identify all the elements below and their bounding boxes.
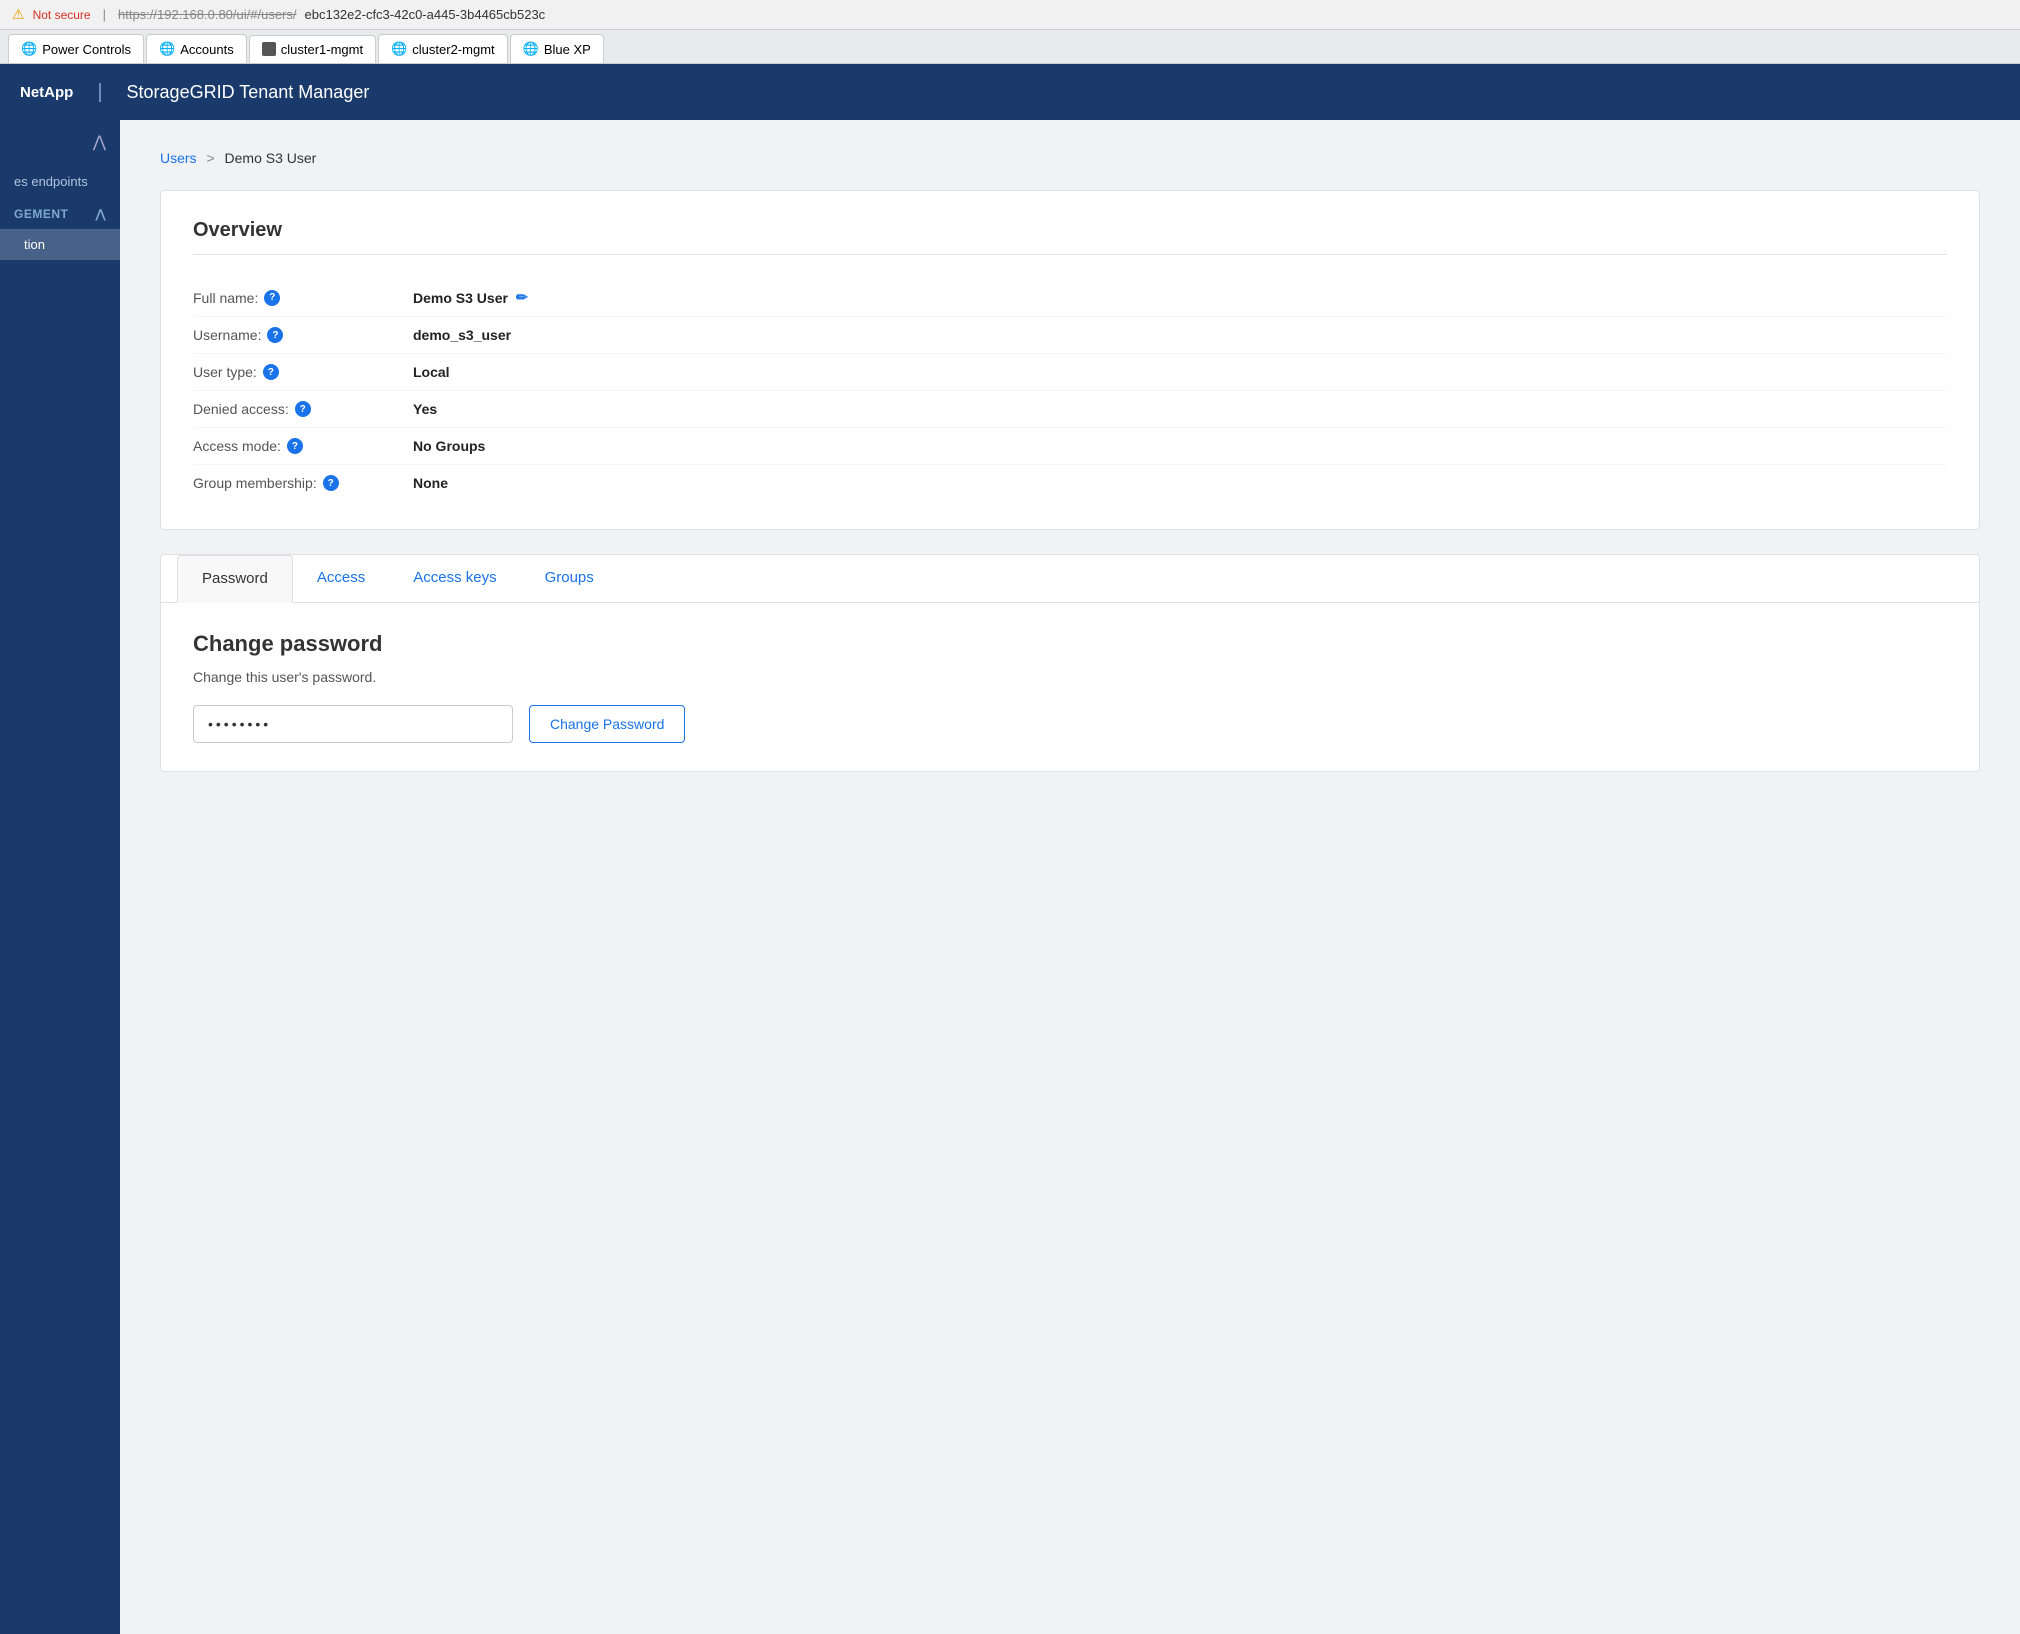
help-icon-access-mode[interactable]: ? — [287, 438, 303, 454]
field-row-access-mode: Access mode: ? No Groups — [193, 428, 1947, 465]
help-icon-usertype[interactable]: ? — [263, 364, 279, 380]
field-label-access-mode: Access mode: ? — [193, 438, 413, 454]
tab-cluster1-mgmt[interactable]: cluster1-mgmt — [249, 35, 376, 63]
tab-btn-access-keys[interactable]: Access keys — [389, 555, 520, 602]
header-divider: | — [97, 81, 102, 104]
not-secure-label: Not secure — [33, 8, 91, 22]
field-value-username: demo_s3_user — [413, 327, 511, 343]
tab-cluster2-label: cluster2-mgmt — [412, 42, 494, 57]
sidebar: ⋀ es endpoints GEMENT ⋀ tion — [0, 120, 120, 1634]
tab-accounts[interactable]: 🌐 Accounts — [146, 34, 247, 63]
browser-tab-bar: 🌐 Power Controls 🌐 Accounts cluster1-mgm… — [0, 30, 2020, 64]
tab-btn-groups[interactable]: Groups — [521, 555, 618, 602]
field-value-usertype: Local — [413, 364, 450, 380]
breadcrumb-current: Demo S3 User — [225, 150, 317, 166]
globe-icon: 🌐 — [21, 41, 37, 57]
overview-card: Overview Full name: ? Demo S3 User ✏ Use… — [160, 190, 1980, 530]
field-label-usertype: User type: ? — [193, 364, 413, 380]
browser-address-bar: ⚠ Not secure | https://192.168.0.80/ui/#… — [0, 0, 2020, 30]
tab-blue-xp[interactable]: 🌐 Blue XP — [510, 34, 604, 63]
field-label-denied-access: Denied access: ? — [193, 401, 413, 417]
edit-icon-fullname[interactable]: ✏ — [516, 289, 528, 306]
password-input[interactable] — [193, 705, 513, 743]
field-row-fullname: Full name: ? Demo S3 User ✏ — [193, 279, 1947, 317]
overview-title: Overview — [193, 219, 1947, 255]
tab-power-controls[interactable]: 🌐 Power Controls — [8, 34, 144, 63]
sidebar-section-management[interactable]: GEMENT ⋀ — [0, 199, 120, 229]
field-value-fullname: Demo S3 User ✏ — [413, 289, 528, 306]
field-label-group-membership: Group membership: ? — [193, 475, 413, 491]
layout: ⋀ es endpoints GEMENT ⋀ tion Users > Dem… — [0, 120, 2020, 1634]
tab-btn-password[interactable]: Password — [177, 555, 293, 603]
field-value-access-mode: No Groups — [413, 438, 485, 454]
field-value-group-membership: None — [413, 475, 448, 491]
chevron-up-icon[interactable]: ⋀ — [93, 132, 106, 152]
url-separator: | — [103, 7, 106, 22]
globe-icon-bluexp: 🌐 — [523, 41, 539, 57]
tab-cluster1-label: cluster1-mgmt — [281, 42, 363, 57]
breadcrumb-separator: > — [206, 150, 214, 166]
brand-name: NetApp — [20, 84, 73, 101]
sidebar-item-active[interactable]: tion — [0, 229, 120, 260]
tab-cluster2-mgmt[interactable]: 🌐 cluster2-mgmt — [378, 34, 508, 63]
chevron-up-icon-mgmt: ⋀ — [96, 207, 106, 221]
breadcrumb-parent[interactable]: Users — [160, 150, 197, 166]
field-value-denied-access: Yes — [413, 401, 437, 417]
field-label-fullname: Full name: ? — [193, 290, 413, 306]
change-password-button[interactable]: Change Password — [529, 705, 685, 743]
app-header: NetApp | StorageGRID Tenant Manager — [0, 64, 2020, 120]
square-icon — [262, 42, 276, 56]
tab-accounts-label: Accounts — [180, 42, 233, 57]
sidebar-item-endpoints[interactable]: es endpoints — [0, 164, 120, 199]
field-row-denied-access: Denied access: ? Yes — [193, 391, 1947, 428]
warning-icon: ⚠ — [12, 6, 25, 23]
field-row-group-membership: Group membership: ? None — [193, 465, 1947, 501]
sidebar-collapse-toggle[interactable]: ⋀ — [0, 120, 120, 164]
sidebar-endpoints-label: es endpoints — [14, 174, 88, 189]
url-crossed[interactable]: https://192.168.0.80/ui/#/users/ — [118, 7, 297, 22]
url-path[interactable]: ebc132e2-cfc3-42c0-a445-3b4465cb523c — [305, 7, 546, 22]
sidebar-mgmt-label: GEMENT — [14, 207, 68, 221]
help-icon-username[interactable]: ? — [267, 327, 283, 343]
breadcrumb: Users > Demo S3 User — [160, 150, 1980, 166]
tabs-container: Password Access Access keys Groups Chang… — [160, 554, 1980, 772]
help-icon-fullname[interactable]: ? — [264, 290, 280, 306]
field-row-username: Username: ? demo_s3_user — [193, 317, 1947, 354]
tab-btn-access[interactable]: Access — [293, 555, 389, 602]
field-row-usertype: User type: ? Local — [193, 354, 1947, 391]
change-password-title: Change password — [193, 631, 1947, 657]
field-label-username: Username: ? — [193, 327, 413, 343]
tabs-content: Change password Change this user's passw… — [161, 603, 1979, 771]
tabs-header: Password Access Access keys Groups — [161, 555, 1979, 603]
globe-icon-accounts: 🌐 — [159, 41, 175, 57]
app-title: StorageGRID Tenant Manager — [127, 82, 370, 103]
help-icon-denied-access[interactable]: ? — [295, 401, 311, 417]
main-content: Users > Demo S3 User Overview Full name:… — [120, 120, 2020, 1634]
sidebar-active-label: tion — [24, 237, 45, 252]
tab-blue-xp-label: Blue XP — [544, 42, 591, 57]
tab-power-controls-label: Power Controls — [42, 42, 131, 57]
password-row: Change Password — [193, 705, 1947, 743]
change-password-desc: Change this user's password. — [193, 669, 1947, 685]
globe-icon-cluster2: 🌐 — [391, 41, 407, 57]
help-icon-group-membership[interactable]: ? — [323, 475, 339, 491]
